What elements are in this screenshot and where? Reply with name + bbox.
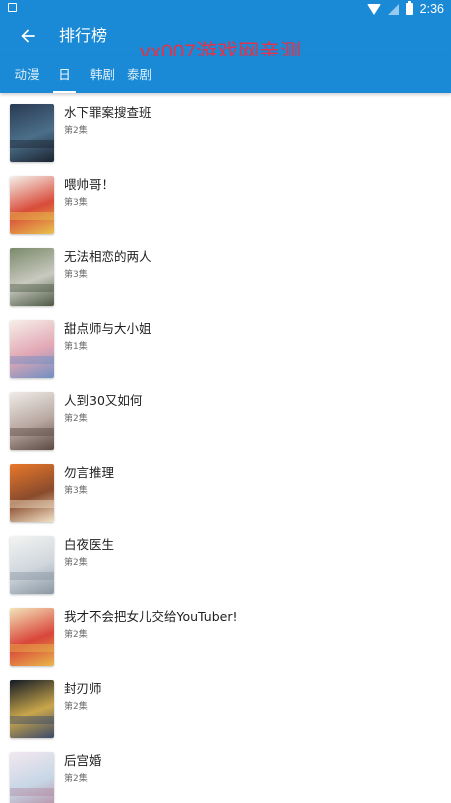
battery-icon	[405, 1, 413, 15]
episode-label: 第2集	[64, 630, 88, 640]
list-item[interactable]: 人到30又如何第2集	[0, 381, 451, 453]
drama-title: 人到30又如何	[64, 393, 143, 408]
drama-title: 甜点师与大小姐	[64, 321, 152, 336]
poster-thumbnail	[10, 104, 54, 162]
page-title: 排行榜	[59, 26, 108, 45]
list-item[interactable]: 水下罪案搜查班第2集	[0, 93, 451, 165]
poster-thumbnail	[10, 464, 54, 522]
episode-label: 第3集	[64, 198, 88, 208]
list-item[interactable]: 甜点师与大小姐第1集	[0, 309, 451, 381]
drama-title: 喂帅哥！	[64, 177, 115, 192]
tab-japanese-drama[interactable]: 日剧	[53, 56, 76, 119]
list-item[interactable]: 勿言推理第3集	[0, 453, 451, 525]
episode-label: 第2集	[64, 702, 88, 712]
drama-title: 我才不会把女儿交给YouTuber!	[64, 609, 238, 624]
poster-thumbnail	[10, 536, 54, 594]
poster-thumbnail	[10, 176, 54, 234]
drama-title: 无法相恋的两人	[64, 249, 152, 264]
list-item[interactable]: 封刃师第2集	[0, 669, 451, 741]
signal-icon	[387, 3, 399, 15]
clock: 2:36	[419, 2, 444, 16]
app-bar: 排行榜 yx007游戏网亲测	[0, 19, 451, 64]
category-tabs: 动漫 日剧 韩剧 泰剧	[0, 56, 451, 119]
back-arrow-icon[interactable]	[18, 26, 38, 46]
poster-thumbnail	[10, 680, 54, 738]
poster-thumbnail	[10, 752, 54, 803]
tab-thai-drama[interactable]: 泰剧	[127, 56, 152, 93]
drama-title: 封刃师	[64, 681, 102, 696]
poster-thumbnail	[10, 608, 54, 666]
episode-label: 第2集	[64, 414, 88, 424]
list-item[interactable]: 我才不会把女儿交给YouTuber! 第2集	[0, 597, 451, 669]
wifi-icon	[366, 3, 381, 15]
tab-anime[interactable]: 动漫	[14, 56, 40, 93]
episode-label: 第1集	[64, 342, 88, 352]
list-item[interactable]: 喂帅哥！ 第3集	[0, 165, 451, 237]
ranking-list: 水下罪案搜查班 第2集 喂帅哥！ 第3集 无法相恋的两人 第3集 甜点师与大小姐 第1集 人到3…	[0, 93, 451, 803]
episode-label: 第3集	[64, 270, 88, 280]
drama-title: 水下罪案搜查班	[64, 105, 152, 120]
poster-thumbnail	[10, 320, 54, 378]
poster-thumbnail	[10, 248, 54, 306]
status-icons: 2:36	[366, 1, 444, 16]
drama-title: 白夜医生	[64, 537, 115, 552]
episode-label: 第2集	[64, 774, 88, 784]
list-item[interactable]: 后宫婚第2集	[0, 741, 451, 803]
drama-title: 勿言推理	[64, 465, 115, 480]
list-item[interactable]: 白夜医生第2集	[0, 525, 451, 597]
episode-label: 第2集	[64, 126, 88, 136]
episode-label: 第2集	[64, 558, 88, 568]
tab-korean-drama[interactable]: 韩剧	[90, 56, 115, 93]
drama-title: 后宫婚	[64, 753, 102, 768]
notification-icon	[8, 3, 17, 12]
status-bar: 2:36	[0, 0, 451, 19]
poster-thumbnail	[10, 392, 54, 450]
list-item[interactable]: 无法相恋的两人第3集	[0, 237, 451, 309]
episode-label: 第3集	[64, 486, 88, 496]
